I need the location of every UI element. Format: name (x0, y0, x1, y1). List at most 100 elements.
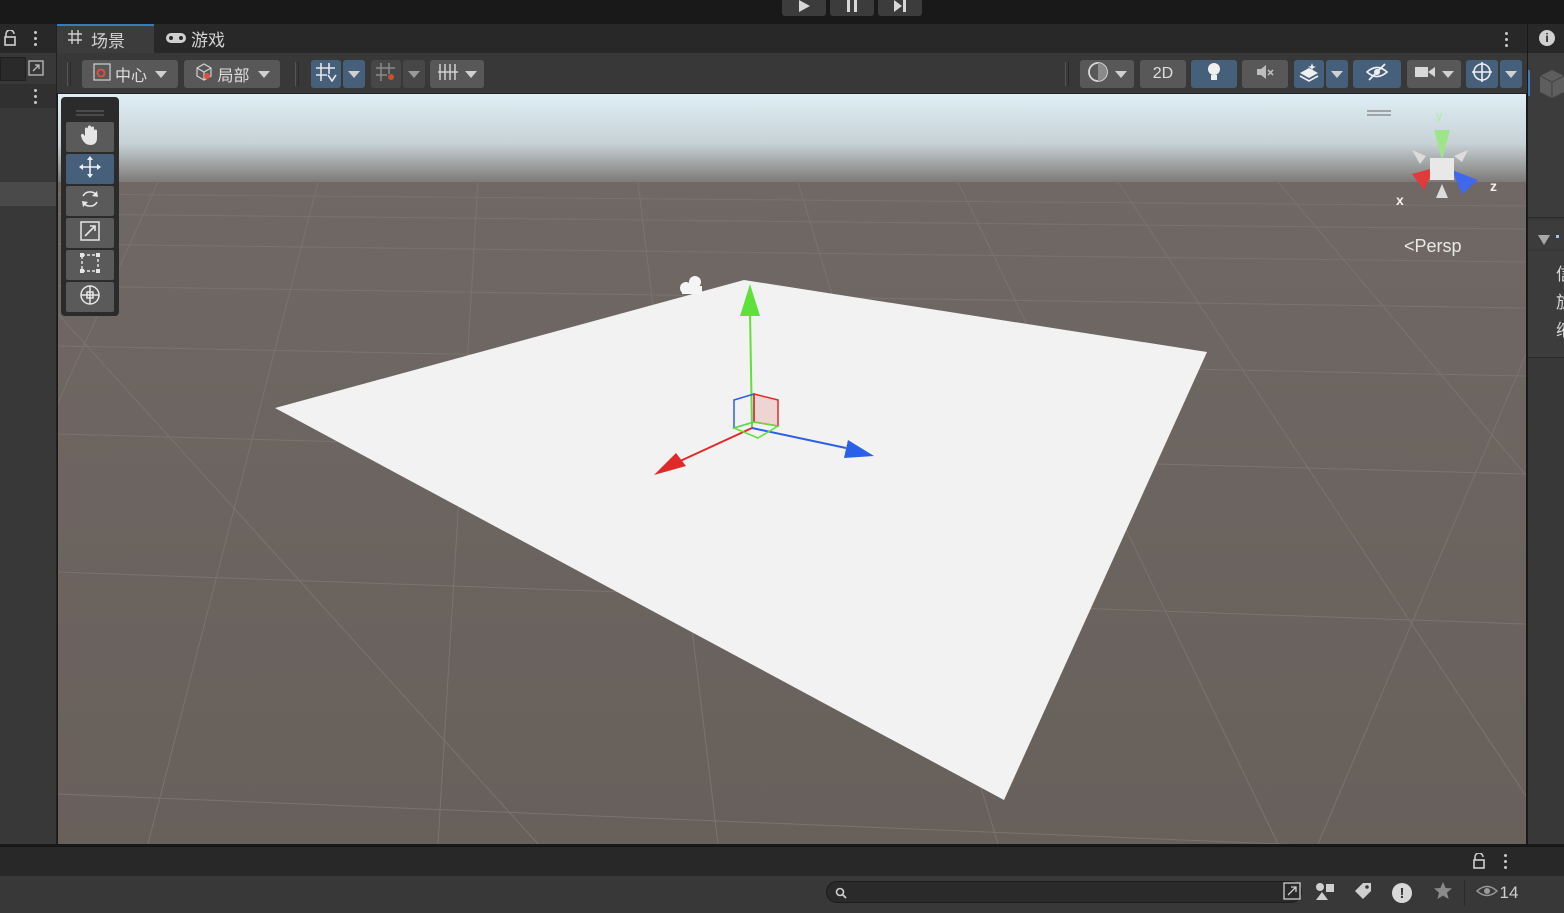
package-icon (1538, 68, 1564, 103)
inspector-panel-partial: i 信 旋 缩 (1528, 24, 1564, 844)
visibility-count: 14 (1499, 883, 1519, 902)
skybox (58, 94, 1526, 184)
warning-icon: ! (1392, 883, 1412, 903)
scene-visibility-toggle[interactable] (1353, 60, 1401, 88)
hand-tool-button[interactable] (66, 122, 114, 152)
tag-icon (1353, 881, 1373, 906)
foldout-arrow-icon[interactable] (1538, 232, 1550, 250)
rect-tool-button[interactable] (66, 250, 114, 280)
pause-button[interactable] (830, 0, 874, 16)
maximize-icon (1283, 881, 1301, 905)
audio-toggle[interactable] (1242, 60, 1288, 88)
inspector-text-2: 旋 (1556, 288, 1564, 313)
rotate-tool-icon (79, 188, 101, 215)
pause-icon (846, 0, 858, 17)
pivot-icon (93, 62, 111, 86)
hand-tool-icon (80, 124, 100, 151)
tab-game-label: 游戏 (191, 31, 225, 50)
shading-mode-icon (1087, 61, 1109, 88)
gizmos-icon (1471, 61, 1493, 88)
scale-tool-button[interactable] (66, 218, 114, 248)
chevron-down-icon (1442, 70, 1454, 78)
chevron-down-icon (1115, 70, 1127, 78)
chevron-down-icon (155, 70, 167, 78)
scene-tab-bar: 场景 游戏 (57, 24, 1527, 53)
orientation-gizmo[interactable]: y x z (1386, 108, 1506, 214)
2d-toggle[interactable]: 2D (1140, 60, 1186, 88)
lock-icon[interactable] (4, 29, 16, 51)
favorites-button[interactable] (1426, 880, 1460, 906)
scene-visibility-icon (1365, 62, 1389, 86)
move-tool-icon (78, 155, 102, 184)
effects-toggle[interactable] (1294, 60, 1324, 88)
grid-visibility-dropdown[interactable] (430, 60, 484, 88)
grid-visibility-icon (437, 63, 459, 86)
2d-label: 2D (1152, 65, 1174, 82)
pivot-dropdown[interactable]: 中心 (82, 60, 178, 88)
lighting-toggle[interactable] (1191, 60, 1237, 88)
camera-icon (1414, 65, 1436, 84)
transform-tool-icon (78, 283, 102, 312)
space-label: 局部 (217, 68, 250, 85)
project-panel-header (0, 846, 1564, 877)
tools-drag-handle-icon[interactable] (76, 103, 104, 121)
effects-dropdown[interactable] (1326, 60, 1348, 88)
increment-snap-icon (375, 62, 397, 87)
scene-render (58, 94, 1526, 844)
increment-snap-dropdown[interactable] (403, 60, 425, 88)
log-errors-button[interactable]: ! (1385, 880, 1419, 906)
hidden-packages-toggle[interactable]: 14 (1472, 880, 1522, 906)
tools-overlay (61, 97, 119, 316)
projection-toggle[interactable]: <Persp (1404, 236, 1462, 257)
pivot-label: 中心 (114, 68, 147, 85)
gizmos-toggle[interactable] (1466, 60, 1498, 88)
axis-label-x: x (1396, 192, 1404, 208)
grid-snap-toggle[interactable] (311, 60, 341, 88)
play-button[interactable] (782, 0, 826, 16)
projection-label: Persp (1414, 236, 1462, 256)
inspector-text-1: 信 (1556, 260, 1564, 285)
shading-mode-dropdown[interactable] (1080, 60, 1134, 88)
lock-icon[interactable] (1473, 852, 1485, 874)
step-button[interactable] (878, 0, 922, 16)
camera-dropdown[interactable] (1407, 60, 1461, 88)
gamepad-icon (165, 29, 187, 49)
scene-toolbar: 中心 局部 2D (57, 53, 1527, 94)
gizmos-dropdown[interactable] (1500, 60, 1522, 88)
lighting-icon (1206, 62, 1222, 87)
menu-kebab-icon[interactable] (1504, 854, 1508, 869)
rect-tool-icon (79, 252, 101, 279)
scene-viewport[interactable]: y x z <Persp (58, 94, 1526, 844)
rotate-tool-button[interactable] (66, 186, 114, 216)
chevron-down-icon (465, 70, 477, 78)
effects-icon (1298, 62, 1320, 87)
tab-game[interactable]: 游戏 (165, 24, 245, 53)
increment-snap-toggle[interactable] (371, 60, 401, 88)
axis-label-y: y (1436, 108, 1443, 123)
transform-tool-button[interactable] (66, 282, 114, 312)
tab-scene-label: 场景 (91, 32, 125, 51)
audio-mute-icon (1255, 63, 1275, 86)
tab-menu-kebab-icon[interactable] (1505, 32, 1509, 47)
move-tool-button[interactable] (66, 154, 114, 184)
maximize-icon[interactable] (28, 60, 44, 81)
axis-label-z: z (1490, 178, 1497, 194)
inspector-text-3: 缩 (1556, 316, 1564, 341)
space-dropdown[interactable]: 局部 (184, 60, 280, 88)
hierarchy-panel-partial (0, 24, 57, 844)
eye-icon (1475, 884, 1498, 903)
filter-by-type-button[interactable] (1308, 880, 1342, 906)
maximize-button[interactable] (1275, 880, 1309, 906)
play-bar (0, 0, 1564, 24)
menu-kebab-icon[interactable] (34, 31, 38, 46)
panel-kebab-icon[interactable] (34, 89, 38, 104)
hierarchy-selected-row[interactable] (0, 182, 56, 206)
search-field[interactable] (826, 881, 1302, 903)
grid-snap-dropdown[interactable] (343, 60, 365, 88)
chevron-down-icon (257, 70, 270, 78)
filter-by-label-button[interactable] (1346, 880, 1380, 906)
grid-snap-icon (315, 62, 337, 87)
tab-scene[interactable]: 场景 (57, 24, 154, 53)
info-icon[interactable]: i (1539, 30, 1555, 46)
star-icon (1433, 881, 1453, 906)
